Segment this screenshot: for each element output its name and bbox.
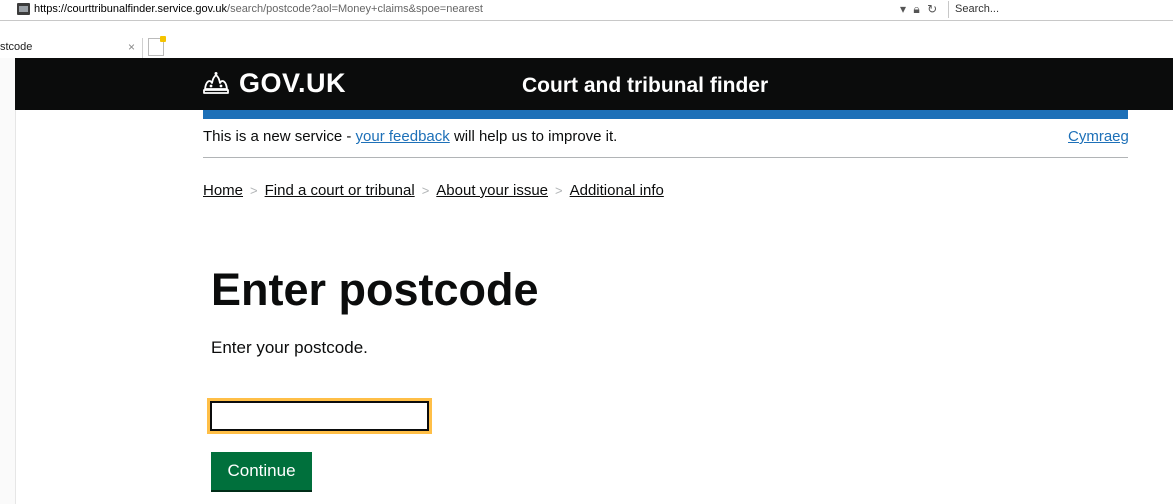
chevron-right-icon: > (250, 183, 258, 198)
address-bar[interactable]: https://courttribunalfinder.service.gov.… (0, 0, 1173, 21)
chevron-right-icon: > (555, 183, 563, 198)
phase-banner: This is a new service - your feedback wi… (203, 128, 617, 145)
breadcrumb: Home > Find a court or tribunal > About your… (203, 182, 664, 199)
reload-icon[interactable]: ↻ (927, 2, 937, 16)
postcode-hint: Enter your postcode. (211, 338, 368, 357)
new-tab-icon[interactable] (148, 36, 166, 56)
phase-banner-suffix: will help us to improve it. (449, 128, 618, 145)
header-blue-bar (203, 110, 1128, 119)
browser-search-placeholder: Search... (955, 3, 1000, 15)
close-icon[interactable]: × (128, 40, 135, 54)
breadcrumb-about-issue[interactable]: About your issue (436, 182, 548, 199)
chevron-right-icon: > (421, 183, 430, 198)
breadcrumb-find-court[interactable]: Find a court or tribunal (265, 182, 415, 199)
tab-bar: stcode × (0, 21, 1173, 58)
breadcrumb-additional-info[interactable]: Additional info (570, 182, 664, 199)
govuk-header: GOV.UK Court and tribunal finder (15, 58, 1173, 110)
phase-banner-divider (203, 157, 1128, 158)
crown-icon (203, 72, 229, 94)
breadcrumb-home[interactable]: Home (203, 182, 243, 199)
page-title: Enter postcode (211, 264, 539, 315)
govuk-logo[interactable]: GOV.UK (239, 68, 346, 99)
browser-search-box[interactable]: Search... (948, 1, 1173, 18)
service-name[interactable]: Court and tribunal finder (522, 74, 768, 98)
phase-banner-prefix: This is a new service - (203, 128, 356, 145)
continue-button[interactable]: Continue (211, 452, 312, 490)
window-edge (0, 58, 16, 504)
browser-tab-active[interactable]: stcode × (0, 38, 143, 58)
feedback-link[interactable]: your feedback (356, 128, 450, 145)
postcode-input[interactable] (207, 398, 432, 434)
language-toggle-link[interactable]: Cymraeg (1068, 128, 1129, 145)
site-identity-icon[interactable] (17, 3, 30, 15)
lock-icon[interactable]: 🔒︎ (913, 2, 919, 16)
tab-title: stcode (0, 41, 33, 53)
dropdown-arrow-icon[interactable]: ▾ (900, 2, 906, 16)
address-bar-controls: ▾ 🔒︎ ↻ (900, 2, 941, 17)
url-text[interactable]: https://courttribunalfinder.service.gov.… (34, 3, 483, 15)
